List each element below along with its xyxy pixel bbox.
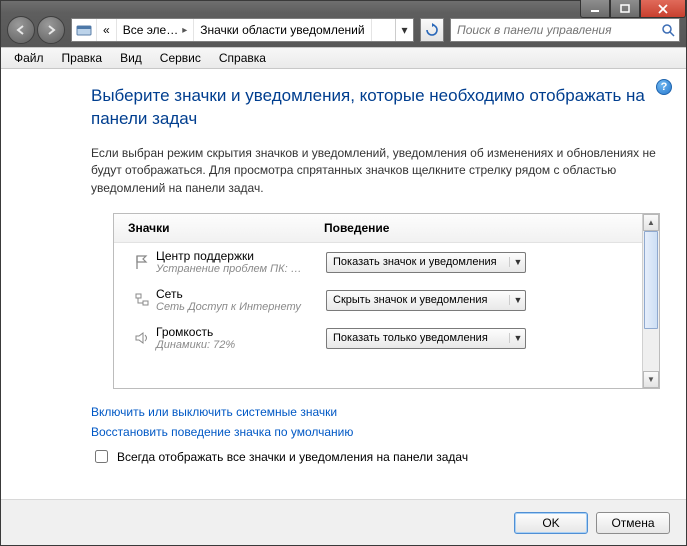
page-description: Если выбран режим скрытия значков и увед…: [91, 145, 656, 197]
control-panel-window: « Все эле…▸ Значки области уведомлений ▾…: [0, 0, 687, 546]
row-label: Сеть: [156, 287, 326, 301]
maximize-button[interactable]: [610, 0, 640, 18]
table-row: Сеть Сеть Доступ к Интернету Скрыть знач…: [114, 281, 642, 319]
scroll-track[interactable]: [643, 231, 659, 371]
address-dropdown[interactable]: ▾: [395, 19, 413, 41]
breadcrumb-text: Значки области уведомлений: [200, 23, 364, 37]
menu-help[interactable]: Справка: [210, 49, 275, 67]
icons-panel: Значки Поведение Центр поддержки Устране…: [113, 213, 660, 389]
flag-icon: [128, 254, 156, 270]
row-label: Громкость: [156, 325, 326, 339]
row-subtitle: Сеть Доступ к Интернету: [156, 301, 326, 313]
always-show-checkbox-row[interactable]: Всегда отображать все значки и уведомлен…: [91, 447, 656, 466]
table-row: Центр поддержки Устранение проблем ПК: ……: [114, 243, 642, 281]
breadcrumb-segment[interactable]: Значки области уведомлений: [194, 19, 371, 41]
breadcrumb-text: Все эле…: [123, 23, 179, 37]
menu-file[interactable]: Файл: [5, 49, 53, 67]
behavior-select[interactable]: Скрыть значок и уведомления ▼: [326, 290, 526, 311]
search-input[interactable]: [451, 23, 657, 37]
checkbox-label: Всегда отображать все значки и уведомлен…: [117, 450, 468, 464]
back-button[interactable]: [7, 16, 35, 44]
menu-bar: Файл Правка Вид Сервис Справка: [1, 47, 686, 69]
select-value: Скрыть значок и уведомления: [333, 294, 509, 306]
menu-view[interactable]: Вид: [111, 49, 151, 67]
behavior-select[interactable]: Показать только уведомления ▼: [326, 328, 526, 349]
always-show-checkbox[interactable]: [95, 450, 108, 463]
panel-header: Значки Поведение: [114, 214, 642, 243]
cancel-button[interactable]: Отмена: [596, 512, 670, 534]
content-area: ? Выберите значки и уведомления, которые…: [1, 69, 686, 545]
column-header-behavior: Поведение: [314, 214, 642, 242]
network-icon: [128, 292, 156, 308]
chevron-right-icon: ▸: [182, 25, 187, 36]
forward-button[interactable]: [37, 16, 65, 44]
scroll-down-button[interactable]: ▼: [643, 371, 659, 388]
close-button[interactable]: [640, 0, 686, 18]
search-icon: [657, 23, 679, 37]
menu-edit[interactable]: Правка: [53, 49, 112, 67]
menu-tools[interactable]: Сервис: [151, 49, 210, 67]
system-icons-link[interactable]: Включить или выключить системные значки: [91, 405, 656, 419]
links-section: Включить или выключить системные значки …: [91, 405, 656, 439]
select-value: Показать только уведомления: [333, 332, 509, 344]
dialog-footer: OK Отмена: [1, 499, 686, 545]
select-value: Показать значок и уведомления: [333, 256, 509, 268]
table-row: Громкость Динамики: 72% Показать только …: [114, 319, 642, 357]
nav-back-forward: [7, 16, 65, 44]
restore-defaults-link[interactable]: Восстановить поведение значка по умолчан…: [91, 425, 656, 439]
row-subtitle: Устранение проблем ПК: …: [156, 263, 326, 275]
breadcrumb-chevrons: «: [103, 23, 110, 37]
scroll-up-button[interactable]: ▲: [643, 214, 659, 231]
location-icon: [72, 19, 97, 41]
page-title: Выберите значки и уведомления, которые н…: [91, 85, 656, 131]
speaker-icon: [128, 330, 156, 346]
behavior-select[interactable]: Показать значок и уведомления ▼: [326, 252, 526, 273]
chevron-down-icon: ▼: [509, 333, 523, 343]
scrollbar[interactable]: ▲ ▼: [642, 214, 659, 388]
minimize-button[interactable]: [580, 0, 610, 18]
ok-button[interactable]: OK: [514, 512, 588, 534]
row-label: Центр поддержки: [156, 249, 326, 263]
refresh-button[interactable]: [420, 18, 444, 42]
chevron-down-icon: ▼: [509, 257, 523, 267]
scroll-thumb[interactable]: [644, 231, 658, 329]
navigation-row: « Все эле…▸ Значки области уведомлений ▾: [1, 13, 686, 47]
help-icon[interactable]: ?: [656, 79, 672, 95]
address-bar[interactable]: « Все эле…▸ Значки области уведомлений ▾: [71, 18, 414, 42]
breadcrumb-segment[interactable]: Все эле…▸: [117, 19, 195, 41]
row-subtitle: Динамики: 72%: [156, 339, 326, 351]
chevron-down-icon: ▼: [509, 295, 523, 305]
search-box[interactable]: [450, 18, 680, 42]
breadcrumb-segment[interactable]: «: [97, 19, 117, 41]
column-header-icons: Значки: [114, 214, 314, 242]
window-titlebar: [1, 1, 686, 13]
